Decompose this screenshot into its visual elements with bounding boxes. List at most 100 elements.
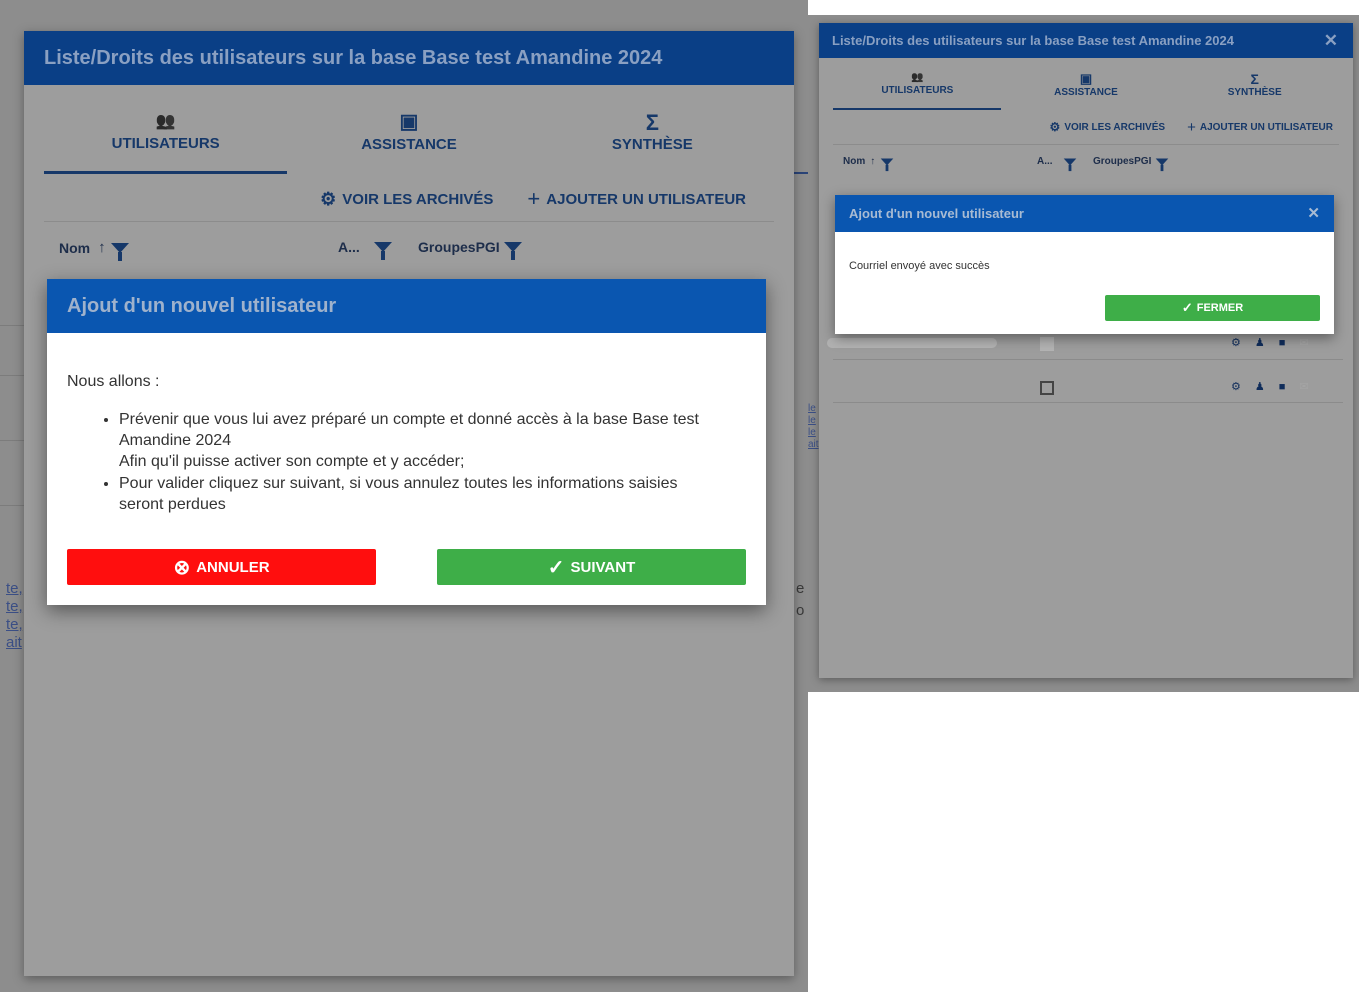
left-screenshot: te, te, te, ait e o Liste/Droits des uti…: [0, 0, 808, 992]
gear-icon[interactable]: ⚙: [1231, 380, 1241, 393]
column-groups[interactable]: GroupesPGI: [418, 239, 522, 260]
modal-intro: Nous allons :: [67, 373, 160, 390]
gear-icon: ⚙: [1049, 120, 1061, 134]
filter-icon[interactable]: [373, 242, 392, 260]
add-user-button[interactable]: + AJOUTER UN UTILISATEUR: [527, 186, 746, 212]
background-link[interactable]: te,: [6, 598, 23, 616]
tab-bar: 👥 UTILISATEURS ▣ ASSISTANCE Σ SYNTHÈSE: [833, 58, 1339, 110]
column-headers: Nom ↑ A... GroupesPGI: [24, 222, 794, 274]
dialog-title: Liste/Droits des utilisateurs sur la bas…: [832, 33, 1234, 48]
sort-ascending-icon[interactable]: ↑: [98, 239, 106, 256]
tab-assistance[interactable]: ▣ ASSISTANCE: [287, 85, 530, 177]
background-divider: [0, 440, 24, 441]
view-archives-button[interactable]: ⚙ VOIR LES ARCHIVÉS: [1050, 120, 1166, 134]
tab-label: UTILISATEURS: [881, 85, 954, 96]
cancel-button[interactable]: ⊗ ANNULER: [67, 549, 376, 585]
background-link[interactable]: te,: [6, 616, 23, 634]
chart-icon: ▣: [1079, 70, 1093, 86]
users-icon: 👥: [155, 112, 176, 130]
sort-ascending-icon[interactable]: ↑: [870, 156, 875, 167]
filter-icon[interactable]: [1156, 158, 1169, 171]
column-name-label: Nom: [59, 239, 91, 256]
tab-users[interactable]: 👥 UTILISATEURS: [833, 58, 1002, 110]
add-user-button[interactable]: + AJOUTER UN UTILISATEUR: [1187, 119, 1333, 136]
cancel-icon: ⊗: [173, 556, 191, 579]
gear-icon: ⚙: [320, 188, 337, 209]
tab-synthese[interactable]: Σ SYNTHÈSE: [1170, 58, 1339, 110]
column-admin-label: A...: [1037, 156, 1053, 167]
column-admin[interactable]: A...: [1037, 156, 1079, 171]
active-tab-indicator: [44, 171, 287, 174]
background-link[interactable]: ait: [808, 439, 819, 451]
add-user-step-modal: Ajout d'un nouvel utilisateur Nous allon…: [47, 279, 766, 605]
users-icon: 👥: [911, 72, 924, 83]
filter-icon[interactable]: [503, 242, 522, 260]
sigma-icon: Σ: [645, 109, 659, 135]
user-icon[interactable]: ♟: [1255, 336, 1265, 349]
background-text: e: [796, 580, 805, 597]
bullet-text: Pour valider cliquez sur suivant, si vou…: [119, 475, 678, 513]
view-archives-label: VOIR LES ARCHIVÉS: [1064, 121, 1166, 133]
row-divider: [833, 402, 1343, 403]
tab-users[interactable]: 👥 UTILISATEURS: [44, 85, 287, 177]
column-groups-label: GroupesPGI: [418, 239, 500, 255]
background-divider: [0, 505, 24, 506]
row-actions: ⚙ ♟ ■ ✉: [1231, 336, 1309, 350]
background-divider: [794, 172, 808, 174]
background-link[interactable]: ait: [6, 634, 23, 652]
bullet-text: Afin qu'il puisse activer son compte et …: [119, 453, 465, 470]
column-groups-label: GroupesPGI: [1093, 156, 1152, 167]
filter-icon[interactable]: [1063, 158, 1076, 171]
close-button[interactable]: ✓ FERMER: [1105, 295, 1320, 321]
filter-icon[interactable]: [110, 242, 129, 261]
column-name[interactable]: Nom ↑: [59, 239, 129, 261]
mail-icon[interactable]: ✉: [1299, 336, 1308, 349]
row-checkbox[interactable]: [1040, 381, 1054, 395]
column-groups[interactable]: GroupesPGI: [1093, 156, 1171, 171]
row-divider: [833, 359, 1343, 360]
plus-icon: +: [1187, 118, 1196, 136]
row-checkbox[interactable]: [1040, 337, 1054, 351]
next-button[interactable]: ✓ SUIVANT: [437, 549, 746, 585]
row-actions: ⚙ ♟ ■ ✉: [1231, 380, 1309, 394]
background-link[interactable]: le: [808, 415, 819, 427]
toolbar: ⚙ VOIR LES ARCHIVÉS + AJOUTER UN UTILISA…: [24, 177, 794, 221]
check-icon: ✓: [1181, 300, 1193, 315]
tab-label: SYNTHÈSE: [1227, 86, 1282, 98]
plus-icon: +: [527, 186, 541, 211]
dialog-title: Liste/Droits des utilisateurs sur la bas…: [24, 31, 794, 85]
mail-icon[interactable]: ✉: [1299, 380, 1308, 393]
tab-assistance[interactable]: ▣ ASSISTANCE: [1002, 58, 1171, 110]
column-name[interactable]: Nom ↑: [843, 156, 896, 171]
background-divider: [0, 325, 24, 326]
close-label: FERMER: [1196, 302, 1244, 314]
chart-icon: ▣: [399, 111, 419, 133]
background-divider: [0, 375, 24, 376]
column-admin[interactable]: A...: [338, 239, 392, 260]
filter-icon[interactable]: [880, 158, 894, 171]
right-screenshot: le le le ait Liste/Droits des utilisateu…: [808, 15, 1359, 692]
background-link[interactable]: te,: [6, 580, 23, 598]
background-link[interactable]: le: [808, 403, 819, 415]
add-user-label: AJOUTER UN UTILISATEUR: [546, 190, 746, 208]
check-icon: ✓: [547, 556, 565, 579]
trash-icon[interactable]: ■: [1279, 381, 1286, 393]
view-archives-button[interactable]: ⚙ VOIR LES ARCHIVÉS: [320, 189, 493, 210]
add-user-success-modal: Ajout d'un nouvel utilisateur ✕ Courriel…: [835, 195, 1334, 334]
cancel-label: ANNULER: [196, 558, 270, 576]
sigma-icon: Σ: [1250, 70, 1259, 87]
close-icon[interactable]: ✕: [1324, 23, 1338, 58]
modal-title: Ajout d'un nouvel utilisateur: [849, 206, 1024, 221]
toolbar: ⚙ VOIR LES ARCHIVÉS + AJOUTER UN UTILISA…: [819, 110, 1353, 144]
user-icon[interactable]: ♟: [1255, 380, 1265, 393]
background-link[interactable]: le: [808, 427, 819, 439]
gear-icon[interactable]: ⚙: [1231, 336, 1241, 349]
column-headers: Nom ↑ A... GroupesPGI: [819, 145, 1353, 181]
list-item: Pour valider cliquez sur suivant, si vou…: [119, 473, 746, 515]
trash-icon[interactable]: ■: [1279, 337, 1286, 349]
modal-bullets: Prévenir que vous lui avez préparé un co…: [119, 409, 746, 515]
tab-synthese[interactable]: Σ SYNTHÈSE: [531, 85, 774, 177]
close-icon[interactable]: ✕: [1307, 195, 1320, 232]
column-name-label: Nom: [843, 156, 866, 167]
tab-label: ASSISTANCE: [361, 136, 457, 153]
